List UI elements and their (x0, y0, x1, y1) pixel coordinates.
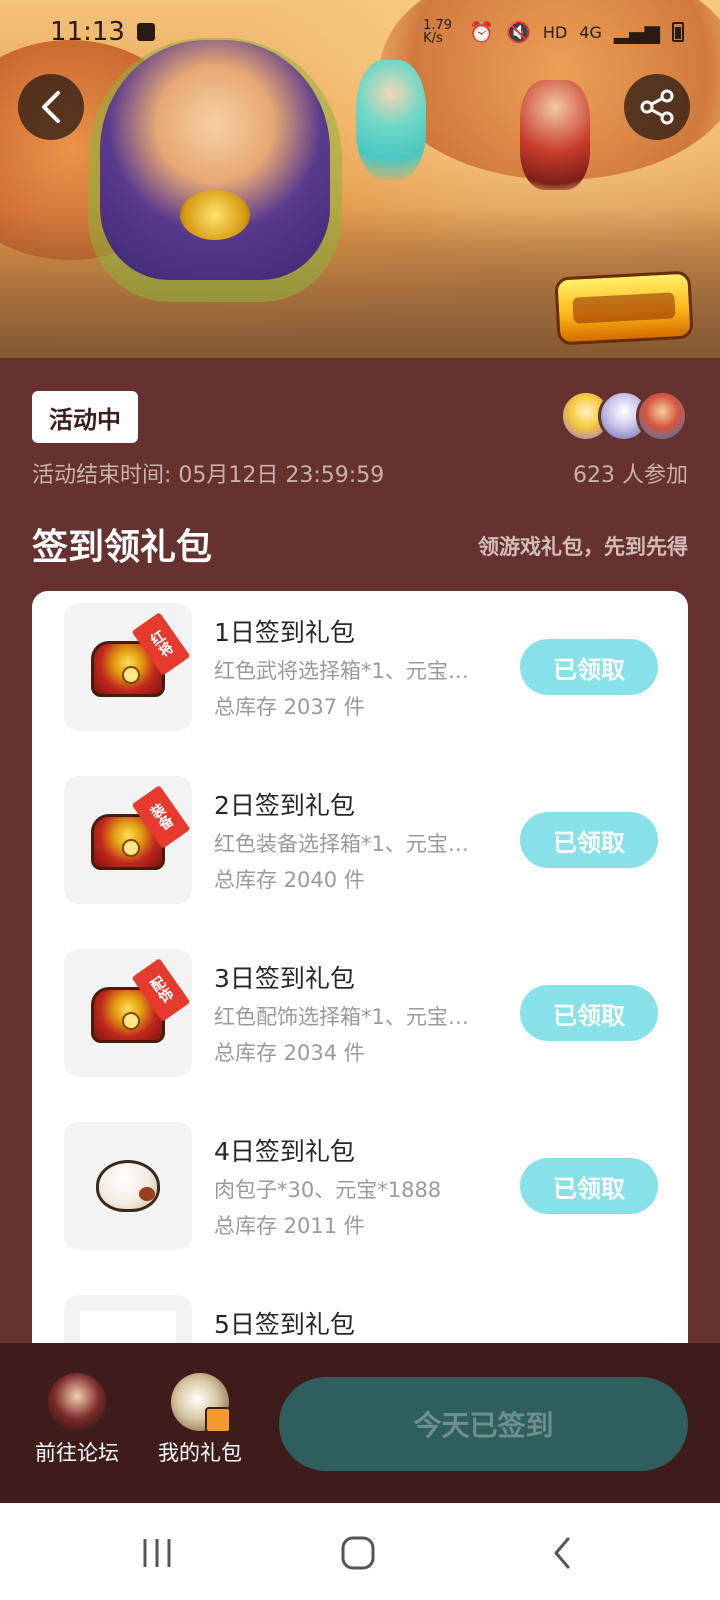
claimed-button[interactable]: 已领取 (520, 639, 658, 695)
gift-description: 肉包子*30、元宝*1888 (214, 1178, 442, 1202)
system-back-button[interactable] (540, 1531, 584, 1575)
forum-link[interactable]: 前往论坛 (22, 1373, 132, 1467)
gift-stock: 总库存 2034 件 (214, 1041, 365, 1065)
gift-thumbnail: 配饰 (64, 949, 192, 1077)
section-subtitle: 领游戏礼包，先到先得 (478, 535, 688, 559)
list-item[interactable]: 装备 2日签到礼包 红色装备选择箱*1、元宝… 总库存 2040 件 已领取 (64, 776, 658, 904)
gift-name: 4日签到礼包 (214, 1137, 355, 1166)
banner-hero-character (100, 40, 330, 280)
gift-stock: 总库存 2040 件 (214, 868, 365, 892)
network-4g-indicator: 4G (579, 22, 602, 42)
game-logo (554, 270, 694, 346)
alarm-icon: ⏰ (469, 20, 494, 44)
back-button[interactable] (18, 74, 84, 140)
activity-end-time: 活动结束时间: 05月12日 23:59:59 (32, 463, 385, 488)
gift-description: 红色装备选择箱*1、元宝… (214, 832, 469, 856)
gift-thumbnail: 装备 (64, 776, 192, 904)
claimed-button[interactable]: 已领取 (520, 985, 658, 1041)
status-time: 11:13 (50, 17, 125, 47)
meat-bun-icon (96, 1160, 160, 1212)
forum-label: 前往论坛 (35, 1441, 119, 1465)
section-title: 签到领礼包 (32, 527, 213, 568)
share-icon (640, 89, 674, 125)
gift-name: 3日签到礼包 (214, 964, 355, 993)
status-bar: 11:13 1.79 K/s ⏰ 🔇 HD 4G ▂▄▆ (0, 0, 720, 64)
gift-stock: 总库存 2011 件 (214, 1214, 365, 1238)
home-icon (341, 1536, 375, 1570)
participant-count: 623 人参加 (573, 463, 688, 488)
forum-avatar-icon (48, 1373, 106, 1431)
claimed-button[interactable]: 已领取 (520, 812, 658, 868)
my-gifts-link[interactable]: 我的礼包 (145, 1373, 255, 1467)
my-gifts-label: 我的礼包 (158, 1441, 242, 1465)
list-item[interactable]: 红将 1日签到礼包 红色武将选择箱*1、元宝… 总库存 2037 件 已领取 (64, 603, 658, 731)
notification-icon (136, 23, 155, 41)
my-gifts-icon (171, 1373, 231, 1433)
participant-avatars[interactable] (560, 390, 688, 442)
mute-icon: 🔇 (506, 20, 531, 44)
gift-name: 1日签到礼包 (214, 618, 355, 647)
game-banner: 11:13 1.79 K/s ⏰ 🔇 HD 4G ▂▄▆ (0, 0, 720, 358)
list-item[interactable]: 配饰 3日签到礼包 红色配饰选择箱*1、元宝… 总库存 2034 件 已领取 (64, 949, 658, 1077)
signal-icon: ▂▄▆ (613, 20, 660, 44)
gift-description: 红色配饰选择箱*1、元宝… (214, 1005, 469, 1029)
net-speed: 1.79 K/s (423, 18, 453, 46)
chevron-left-icon (42, 91, 60, 123)
checkin-button[interactable]: 今天已签到 (279, 1377, 688, 1471)
banner-warrior-character (520, 80, 590, 190)
gift-name: 2日签到礼包 (214, 791, 355, 820)
gift-name: 5日签到礼包 (214, 1310, 355, 1339)
back-arrow-icon (554, 1537, 570, 1569)
gift-list: 红将 1日签到礼包 红色武将选择箱*1、元宝… 总库存 2037 件 已领取 装… (32, 591, 688, 1351)
avatar (636, 390, 688, 442)
home-button[interactable] (336, 1531, 380, 1575)
claimed-button[interactable]: 已领取 (520, 1158, 658, 1214)
gift-thumbnail: 红将 (64, 603, 192, 731)
recent-apps-button[interactable] (135, 1531, 179, 1575)
recents-icon (143, 1539, 171, 1567)
battery-icon (672, 22, 684, 42)
gift-stock: 总库存 2037 件 (214, 695, 365, 719)
share-button[interactable] (624, 74, 690, 140)
gift-thumbnail (64, 1122, 192, 1250)
activity-status-badge: 活动中 (32, 391, 138, 443)
bottom-action-bar: 前往论坛 我的礼包 今天已签到 (0, 1343, 720, 1503)
hd-indicator: HD (542, 22, 568, 42)
gift-description: 红色武将选择箱*1、元宝… (214, 659, 469, 683)
system-navigation-bar (0, 1503, 720, 1600)
banner-fairy-character (356, 60, 426, 180)
list-item[interactable]: 4日签到礼包 肉包子*30、元宝*1888 总库存 2011 件 已领取 (64, 1122, 658, 1250)
